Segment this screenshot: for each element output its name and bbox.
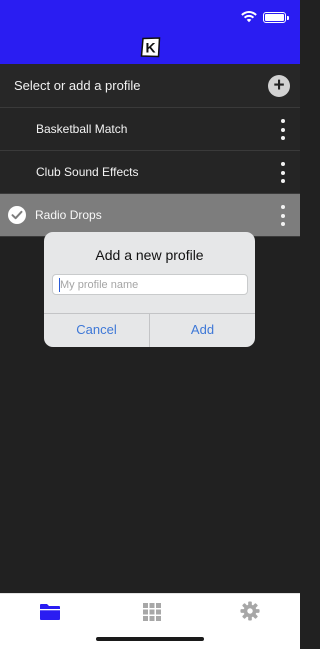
grid-icon[interactable] [140,602,164,622]
plus-circle-icon: + [273,75,285,96]
cancel-button[interactable]: Cancel [44,313,149,347]
text-caret [59,278,60,292]
wifi-icon [241,11,257,23]
dialog-title: Add a new profile [95,247,204,263]
more-options-icon[interactable] [280,205,286,226]
profile-row-radio-drops[interactable]: Radio Drops [0,194,300,237]
profiles-header: Select or add a profile + [0,64,300,108]
more-options-icon[interactable] [280,119,286,140]
add-button[interactable]: Add [150,313,255,347]
folder-icon[interactable] [38,602,62,622]
app-header: K [0,0,300,64]
profile-row-club-sound-effects[interactable]: Club Sound Effects [0,151,300,194]
profile-label: Club Sound Effects [36,165,139,179]
add-profile-dialog: Add a new profile Cancel Add [44,232,255,347]
gear-icon[interactable] [238,601,262,621]
app-screen: K Select or add a profile + Basketball M… [0,0,300,649]
status-bar [241,11,289,23]
profile-name-input[interactable] [52,274,248,295]
logo-letter: K [145,40,155,56]
app-logo: K [140,37,161,58]
battery-icon [263,11,289,23]
profile-label: Radio Drops [35,208,102,222]
home-indicator [96,637,204,641]
selected-check-icon [8,206,26,224]
profiles-title: Select or add a profile [14,78,141,93]
profile-label: Basketball Match [36,122,128,136]
profile-row-basketball-match[interactable]: Basketball Match [0,108,300,151]
more-options-icon[interactable] [280,162,286,183]
add-profile-button[interactable]: + [268,75,290,97]
